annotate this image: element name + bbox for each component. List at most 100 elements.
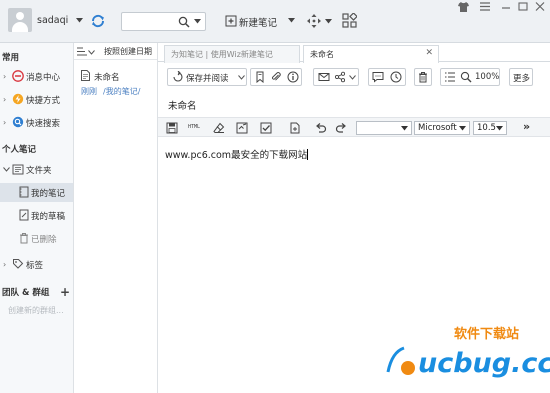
undo-icon[interactable]	[315, 122, 327, 134]
sidebar-item-messages[interactable]: › 消息中心	[0, 67, 73, 86]
font-size-value: 10.5	[477, 123, 496, 133]
format-toolbar: HTML Microsoft 10.5 »	[158, 117, 550, 137]
note-body[interactable]: www.pc6.com最安全的下载网站	[165, 147, 309, 161]
chevron-down-icon[interactable]	[349, 75, 356, 80]
text-cursor	[307, 149, 309, 160]
chevron-down-icon[interactable]	[496, 126, 503, 131]
chevron-down-icon[interactable]	[194, 19, 201, 24]
share-group	[313, 68, 359, 86]
note-list: 按照创建日期 未命名 刚刚 /我的笔记/	[74, 43, 158, 393]
chevron-down-icon[interactable]	[76, 18, 83, 23]
edit-format-icon[interactable]	[236, 122, 248, 134]
more-button[interactable]: 更多	[509, 68, 533, 86]
email-icon[interactable]	[318, 71, 330, 83]
minimize-icon[interactable]	[499, 2, 513, 14]
sidebar-item-drafts[interactable]: 我的草稿	[0, 206, 73, 225]
sidebar-item-my-notes[interactable]: 我的笔记	[0, 183, 73, 202]
sidebar-item-label: 我的笔记	[31, 189, 66, 199]
trash-icon	[20, 233, 28, 244]
sidebar: 常用 › 消息中心 › 快捷方式 › 快速搜索 个人笔记 文件夹 我的笔记 我的…	[0, 43, 74, 393]
new-note-button[interactable]: 新建笔记	[222, 12, 298, 31]
new-page-icon[interactable]	[289, 122, 301, 134]
tab-label: 未命名	[310, 50, 334, 59]
chevron-down-icon[interactable]	[325, 19, 332, 24]
logo-graphic	[386, 346, 415, 375]
note-title-field[interactable]: 未命名	[168, 98, 197, 112]
sidebar-item-shortcuts[interactable]: › 快捷方式	[0, 90, 73, 109]
more-formats-button[interactable]: »	[523, 120, 535, 133]
sidebar-item-label: 快速搜索	[26, 119, 61, 129]
section-common: 常用	[2, 53, 20, 63]
history-icon[interactable]	[390, 71, 402, 83]
zoom-icon[interactable]	[460, 71, 472, 83]
chevron-down-icon[interactable]	[401, 126, 408, 131]
sidebar-item-label: 已删除	[31, 235, 57, 245]
chevron-right-icon[interactable]: ›	[3, 260, 6, 269]
search-box[interactable]	[121, 12, 206, 31]
tab-untitled[interactable]: 未命名 ✕	[303, 45, 439, 63]
shirt-icon[interactable]	[456, 2, 470, 14]
note-path[interactable]: /我的笔记/	[103, 86, 140, 97]
outline-icon[interactable]	[444, 71, 456, 83]
user-avatar[interactable]	[8, 8, 32, 32]
username[interactable]: sadaqi	[37, 15, 68, 26]
info-icon[interactable]	[287, 71, 299, 83]
save-read-icon	[173, 71, 183, 82]
sidebar-item-folders[interactable]: 文件夹	[0, 160, 73, 179]
message-icon	[12, 70, 24, 82]
create-group-link[interactable]: 创建新的群组...	[8, 305, 64, 316]
sidebar-item-tags[interactable]: › 标签	[0, 255, 73, 274]
sidebar-item-label: 快捷方式	[26, 96, 61, 106]
redo-icon[interactable]	[335, 122, 347, 134]
note-actions-group	[250, 68, 302, 86]
sort-label[interactable]: 按照创建日期	[104, 46, 157, 57]
sort-icon[interactable]	[77, 47, 87, 56]
view-zoom-group: 100%	[440, 68, 500, 86]
font-select[interactable]: Microsoft	[414, 121, 470, 135]
chevron-down-icon[interactable]	[88, 50, 95, 55]
list-item[interactable]: 未命名 刚刚 /我的笔记/	[74, 66, 157, 102]
search-icon[interactable]	[178, 16, 190, 28]
add-group-icon[interactable]: +	[60, 285, 70, 299]
move-icon[interactable]	[306, 13, 322, 29]
close-icon[interactable]	[533, 2, 547, 14]
chevron-down-icon[interactable]	[459, 126, 466, 131]
sidebar-item-label: 标签	[26, 261, 44, 271]
attachment-icon[interactable]	[270, 71, 282, 83]
delete-button[interactable]	[414, 68, 432, 86]
eraser-icon[interactable]	[213, 122, 225, 134]
sync-icon[interactable]	[90, 13, 106, 29]
html-icon[interactable]: HTML	[188, 124, 204, 136]
chevron-down-icon[interactable]	[238, 75, 245, 80]
save-read-label: 保存并阅读	[186, 74, 229, 84]
checkbox-icon[interactable]	[260, 122, 272, 134]
style-select[interactable]	[356, 121, 412, 135]
zoom-level[interactable]: 100%	[475, 72, 499, 82]
chevron-down-icon[interactable]	[3, 167, 10, 172]
bookmark-icon[interactable]	[254, 71, 266, 83]
close-icon[interactable]: ✕	[425, 48, 433, 58]
font-size-select[interactable]: 10.5	[473, 121, 507, 135]
maximize-icon[interactable]	[516, 2, 530, 14]
sidebar-item-deleted[interactable]: 已删除	[0, 229, 73, 248]
comment-history-group	[368, 68, 406, 86]
save-icon[interactable]	[166, 122, 178, 134]
menu-icon[interactable]	[478, 2, 492, 14]
share-icon[interactable]	[334, 71, 346, 83]
tab-welcome[interactable]: 为知笔记 | 使用Wiz新建笔记	[164, 45, 300, 63]
ucbug-logo: 软件下载站 ucbug.cc	[386, 326, 550, 379]
chevron-right-icon[interactable]: ›	[3, 72, 6, 81]
grid-icon[interactable]	[342, 13, 357, 28]
sidebar-item-label: 我的草稿	[31, 212, 66, 222]
tag-icon	[13, 259, 24, 269]
chevron-right-icon[interactable]: ›	[3, 118, 6, 127]
sidebar-item-quick-search[interactable]: › 快速搜索	[0, 113, 73, 132]
chevron-right-icon[interactable]: ›	[3, 95, 6, 104]
chevron-down-icon[interactable]	[288, 18, 295, 23]
more-label: 更多	[513, 74, 531, 84]
trash-icon	[419, 72, 427, 83]
save-read-button[interactable]: 保存并阅读	[167, 68, 247, 86]
comment-icon[interactable]	[372, 71, 384, 83]
search-input[interactable]	[124, 14, 174, 29]
tab-label: 为知笔记 | 使用Wiz新建笔记	[171, 50, 273, 59]
